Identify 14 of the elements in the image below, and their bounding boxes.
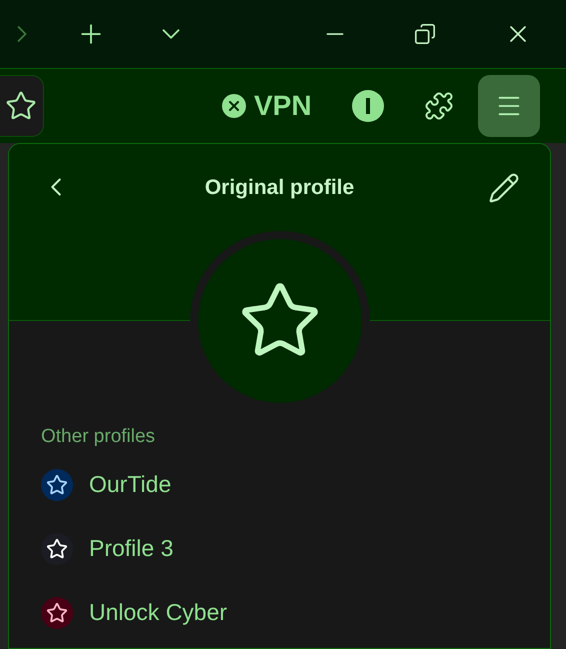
edit-icon[interactable] [488,172,520,204]
profile-item[interactable]: Unlock Cyber [41,596,550,630]
menu-button[interactable] [478,75,540,137]
disconnected-icon [222,94,246,118]
info-icon[interactable] [352,90,384,122]
vpn-button[interactable]: VPN [222,92,312,120]
extensions-icon[interactable] [424,91,454,121]
bookmark-button[interactable] [0,75,44,137]
restore-icon[interactable] [414,23,436,45]
profile-item[interactable]: Profile 3 [41,532,550,566]
panel-title: Original profile [204,175,356,201]
star-icon [5,90,37,122]
section-heading: Other profiles [41,425,156,449]
profile-item[interactable]: OurTide [41,468,550,502]
